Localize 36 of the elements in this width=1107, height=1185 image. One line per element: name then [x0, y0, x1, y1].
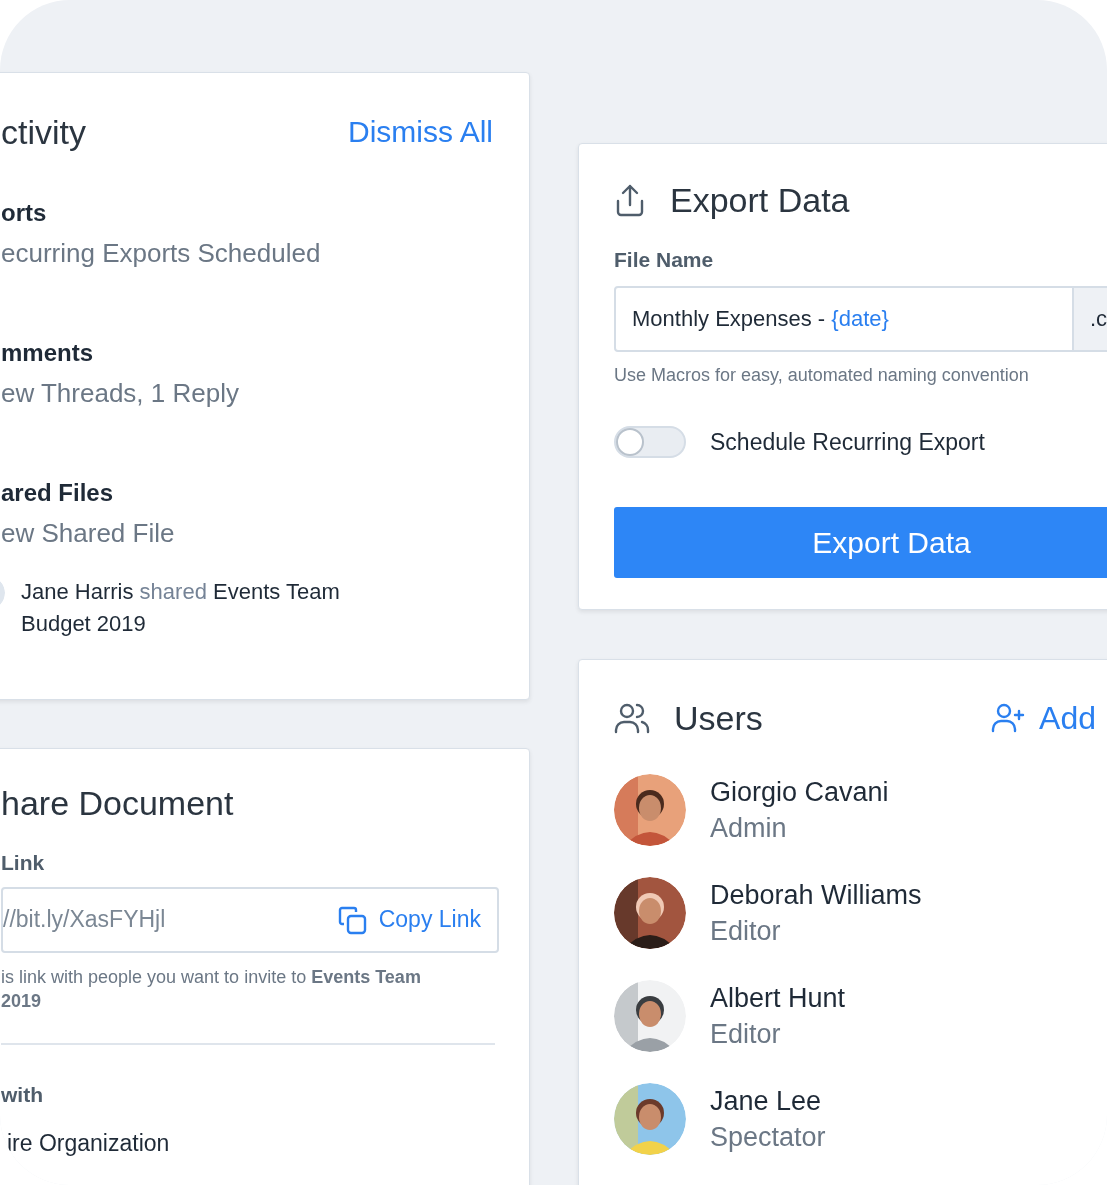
option-label[interactable]: ire Organization	[7, 1126, 493, 1161]
group-title: mments	[1, 338, 95, 368]
group-summary: ecurring Exports Scheduled	[1, 237, 322, 270]
group-title: orts	[1, 198, 48, 228]
add-user-icon	[991, 703, 1026, 733]
share-note: is link with people you want to invite to Events Team 2019	[1, 965, 422, 1013]
copy-link-button[interactable]: Copy Link	[336, 902, 481, 937]
copy-icon	[336, 904, 367, 935]
field-label: with	[1, 1081, 44, 1108]
user-role: Admin	[710, 811, 788, 845]
link-field[interactable]: //bit.ly/XasFYHjl Copy Link	[1, 886, 499, 953]
card-title: Export Data	[670, 180, 850, 220]
user-role: Editor	[710, 1017, 782, 1051]
toggle-label: Schedule Recurring Export	[710, 427, 985, 457]
card-title: hare Document	[1, 783, 235, 823]
dismiss-link[interactable]: Dismiss All	[348, 109, 493, 154]
field-label: Link	[1, 850, 46, 876]
user-name: Jane Lee	[710, 1084, 823, 1118]
export-button[interactable]: Export Data	[614, 507, 1107, 578]
toggle-switch[interactable]	[614, 425, 686, 458]
group-title: ared Files	[1, 478, 115, 508]
card-title: ctivity	[1, 111, 86, 152]
user-role: Editor	[710, 914, 782, 948]
user-name: Giorgio Cavani	[710, 775, 889, 809]
upload-icon	[614, 183, 646, 217]
help-text: Use Macros for easy, automated naming convention	[614, 363, 1030, 387]
card-title: Users	[674, 698, 763, 738]
user-name: Albert Hunt	[710, 981, 846, 1015]
add-user-button[interactable]: Add	[991, 694, 1096, 742]
user-role: Spectator	[710, 1120, 826, 1154]
field-label: File Name	[614, 247, 715, 273]
group-summary: ew Threads, 1 Reply	[1, 377, 240, 410]
users-icon	[614, 702, 650, 734]
group-summary: ew Shared File	[1, 517, 176, 550]
user-name: Deborah Williams	[710, 878, 922, 912]
activity-text: Jane Harris shared Events Team Budget 2019	[21, 578, 341, 638]
